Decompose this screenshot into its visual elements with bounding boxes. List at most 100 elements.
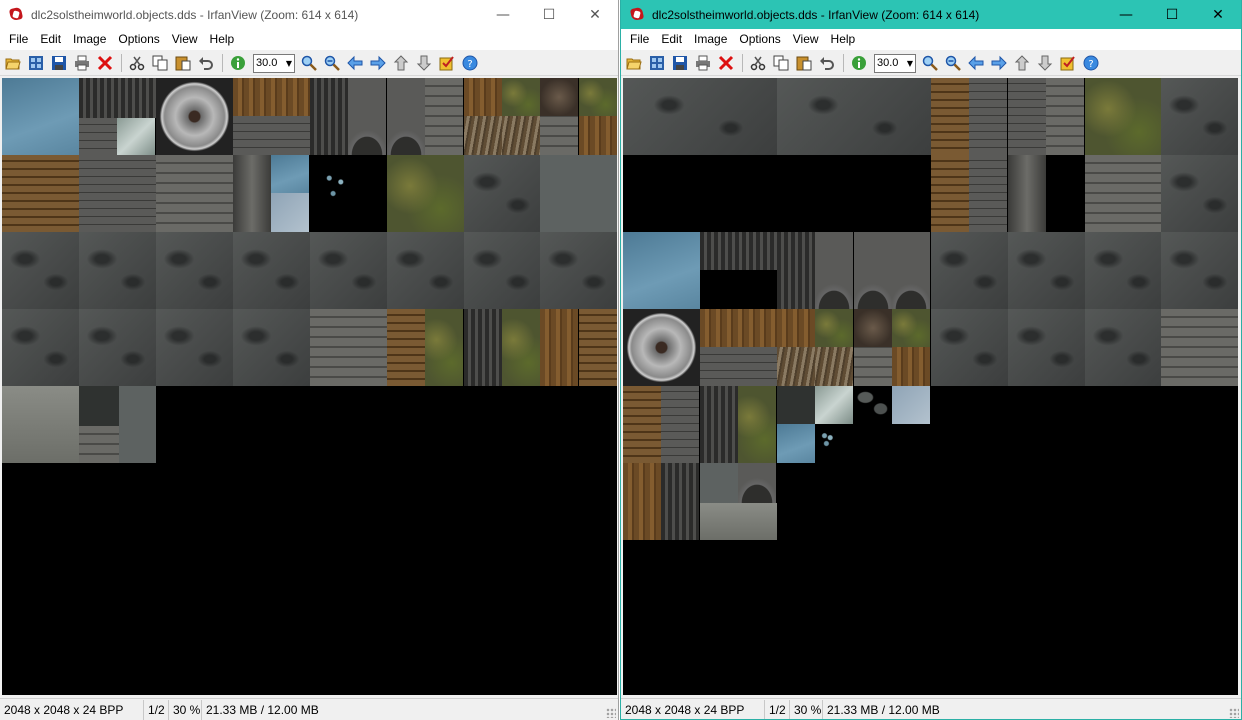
previous-icon[interactable] [965,52,987,74]
delete-icon[interactable] [94,52,116,74]
texture-tile [700,232,777,270]
paste-icon[interactable] [172,52,194,74]
texture-tile [156,309,233,386]
open-icon[interactable] [623,52,645,74]
cut-icon[interactable] [126,52,148,74]
menu-help[interactable]: Help [825,29,862,50]
thumbnails-icon[interactable] [25,52,47,74]
zoom-out-icon[interactable] [321,52,343,74]
texture-tile [79,232,156,309]
menu-view[interactable]: View [787,29,825,50]
help-icon[interactable]: ? [459,52,481,74]
close-button[interactable]: ✕ [1195,0,1241,29]
next-icon[interactable] [367,52,389,74]
texture-tile [777,347,815,386]
paint-icon[interactable] [436,52,458,74]
title-bar[interactable]: dlc2solstheimworld.objects.dds - IrfanVi… [0,0,618,29]
resize-grip-icon[interactable] [606,708,616,718]
texture-tile [854,232,892,309]
texture-tile [117,118,155,156]
menu-file[interactable]: File [3,29,34,50]
info-icon[interactable] [848,52,870,74]
menu-image[interactable]: Image [67,29,112,50]
texture-tile [892,347,930,386]
menu-edit[interactable]: Edit [655,29,688,50]
texture-tile [1085,232,1162,309]
toolbar-separator [121,54,122,72]
page-down-icon[interactable] [413,52,435,74]
image-canvas[interactable] [2,78,617,695]
texture-tile [700,386,738,463]
zoom-level-value: 30.0 [256,57,278,69]
print-icon[interactable] [71,52,93,74]
previous-icon[interactable] [344,52,366,74]
texture-tile [661,386,699,463]
undo-icon[interactable] [195,52,217,74]
irfanview-window-right[interactable]: dlc2solstheimworld.objects.dds - IrfanVi… [620,0,1242,720]
menu-image[interactable]: Image [688,29,733,50]
zoom-in-icon[interactable] [298,52,320,74]
status-dimensions: 2048 x 2048 x 24 BPP [621,699,765,719]
page-up-icon[interactable] [390,52,412,74]
status-page: 1/2 [144,699,169,720]
texture-tile [623,232,700,309]
minimize-button[interactable]: — [480,0,526,29]
status-bar: 2048 x 2048 x 24 BPP 1/2 30 % 21.33 MB /… [621,698,1241,719]
paint-icon[interactable] [1057,52,1079,74]
zoom-out-icon[interactable] [942,52,964,74]
texture-tile [233,155,271,232]
texture-tile [156,232,233,309]
next-icon[interactable] [988,52,1010,74]
print-icon[interactable] [692,52,714,74]
menu-file[interactable]: File [624,29,655,50]
maximize-button[interactable]: ☐ [526,0,572,29]
save-icon[interactable] [48,52,70,74]
info-icon[interactable] [227,52,249,74]
zoom-level-select[interactable]: 30.0 ▼ [874,53,916,73]
minimize-button[interactable]: — [1103,0,1149,29]
texture-tile [540,309,578,386]
texture-tile [540,155,617,232]
help-icon[interactable]: ? [1080,52,1102,74]
menu-help[interactable]: Help [204,29,241,50]
texture-tile [969,155,1007,232]
texture-tile [2,155,79,232]
menu-options[interactable]: Options [733,29,786,50]
texture-tile [815,386,853,424]
texture-tile [387,232,464,309]
texture-tile [464,116,502,155]
cut-icon[interactable] [747,52,769,74]
title-bar[interactable]: dlc2solstheimworld.objects.dds - IrfanVi… [621,0,1241,29]
page-up-icon[interactable] [1011,52,1033,74]
menu-edit[interactable]: Edit [34,29,67,50]
page-down-icon[interactable] [1034,52,1056,74]
texture-tile [387,155,464,232]
close-button[interactable]: ✕ [572,0,618,29]
save-icon[interactable] [669,52,691,74]
menu-options[interactable]: Options [112,29,165,50]
maximize-button[interactable]: ☐ [1149,0,1195,29]
paste-icon[interactable] [793,52,815,74]
texture-tile [1161,309,1238,386]
zoom-level-select[interactable]: 30.0 ▼ [253,53,295,73]
zoom-in-icon[interactable] [919,52,941,74]
image-canvas[interactable] [623,78,1238,695]
texture-tile [623,309,700,386]
delete-icon[interactable] [715,52,737,74]
irfanview-app-icon[interactable] [7,6,25,24]
copy-icon[interactable] [770,52,792,74]
open-icon[interactable] [2,52,24,74]
irfanview-window-left[interactable]: dlc2solstheimworld.objects.dds - IrfanVi… [0,0,619,720]
status-zoom: 30 % [790,699,823,719]
texture-tile [969,78,1007,155]
texture-tile [623,386,661,463]
undo-icon[interactable] [816,52,838,74]
texture-tile [79,426,119,463]
resize-grip-icon[interactable] [1229,708,1239,718]
texture-tile [892,386,930,424]
thumbnails-icon[interactable] [646,52,668,74]
copy-icon[interactable] [149,52,171,74]
menu-view[interactable]: View [166,29,204,50]
irfanview-app-icon[interactable] [628,6,646,24]
texture-tile [156,78,233,155]
